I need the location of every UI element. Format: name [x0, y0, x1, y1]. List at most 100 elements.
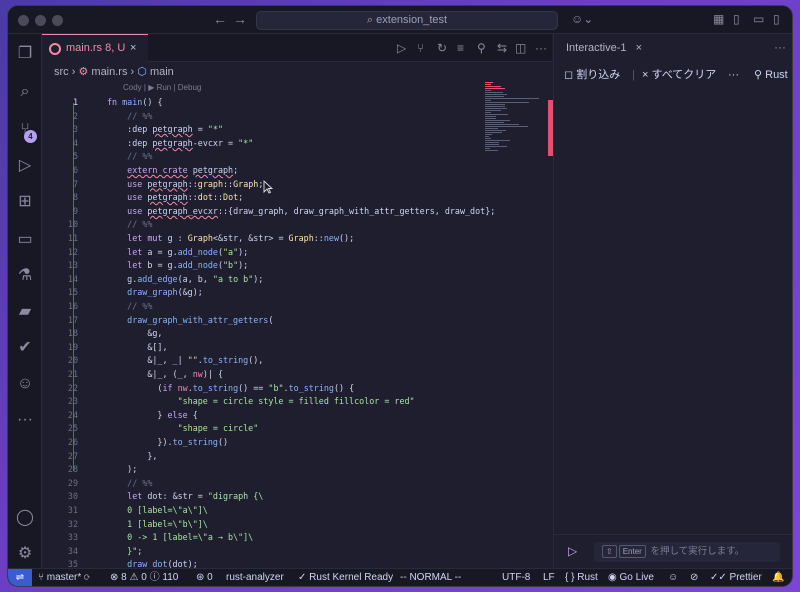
- problems-status[interactable]: ⊗ 8 ⚠ 0 ⓘ 110: [110, 569, 178, 586]
- toggle-secondary-sidebar-icon[interactable]: ▯: [773, 12, 780, 26]
- code-line[interactable]: 5 // %%: [42, 150, 552, 164]
- interrupt-button[interactable]: ◻ 割り込み: [564, 64, 620, 86]
- code-line[interactable]: 35 draw_dot(dot);: [42, 558, 552, 568]
- toggle-panel-icon[interactable]: ▭: [753, 12, 764, 26]
- more-options-button[interactable]: ···: [728, 64, 739, 86]
- code-line[interactable]: 7 use petgraph::graph::Graph;: [42, 178, 552, 192]
- code-line[interactable]: 25 "shape = circle": [42, 422, 552, 436]
- tab-interactive-1[interactable]: Interactive-1 ×: [554, 34, 664, 62]
- copilot-icon[interactable]: ☺⌄: [571, 12, 593, 26]
- docker-icon[interactable]: ▰: [15, 302, 35, 322]
- code-line[interactable]: 11 let mut g : Graph<&str, &str> = Graph…: [42, 232, 552, 246]
- language-server-status[interactable]: rust-analyzer: [226, 569, 284, 586]
- code-line[interactable]: 30 let dot: &str = "digraph {\: [42, 490, 552, 504]
- code-line[interactable]: 18 &g,: [42, 327, 552, 341]
- code-line[interactable]: 32 1 [label=\"b\"]\: [42, 518, 552, 532]
- code-line[interactable]: 12 let a = g.add_node("a");: [42, 246, 552, 260]
- extensions-icon[interactable]: ⊞: [15, 192, 35, 212]
- code-line[interactable]: 26 }).to_string(): [42, 436, 552, 450]
- copilot-icon[interactable]: ☺: [15, 374, 35, 394]
- execute-icon[interactable]: ▷: [568, 544, 577, 558]
- tab-main-rs[interactable]: main.rs 8, U ×: [42, 34, 148, 62]
- command-center-search[interactable]: ⌕ extension_test: [256, 11, 558, 30]
- code-line[interactable]: 9 use petgraph_evcxr::{draw_graph, draw_…: [42, 205, 552, 219]
- eol-status[interactable]: LF: [543, 569, 555, 586]
- code-line[interactable]: 24 } else {: [42, 409, 552, 423]
- kernel-picker[interactable]: ⚲ Rust: [754, 64, 788, 86]
- no-entry-icon[interactable]: ⊘: [690, 569, 698, 586]
- key-icon[interactable]: ⚲: [477, 41, 486, 55]
- testing-icon[interactable]: ⚗: [15, 266, 35, 286]
- code-line[interactable]: 23 "shape = circle style = filled fillco…: [42, 395, 552, 409]
- clear-all-button[interactable]: × すべてクリア: [642, 64, 716, 86]
- code-line[interactable]: 27 },: [42, 450, 552, 464]
- minimize-window-button[interactable]: [35, 15, 46, 26]
- search-icon[interactable]: ⌕: [15, 82, 35, 102]
- code-line[interactable]: 3 :dep petgraph = "*": [42, 123, 552, 137]
- codelens-actions[interactable]: Cody | ▶ Run | Debug: [123, 83, 201, 92]
- branch-status[interactable]: ⑂ master* ⟳: [38, 569, 90, 586]
- code-line[interactable]: 22 (if nw.to_string() == "b".to_string()…: [42, 382, 552, 396]
- code-line[interactable]: 4 :dep petgraph-evcxr = "*": [42, 137, 552, 151]
- language-status[interactable]: { } Rust: [565, 569, 598, 586]
- kernel-status[interactable]: ✓ Rust Kernel Ready: [298, 569, 393, 586]
- minimap-line: [485, 138, 492, 139]
- toggle-sidebar-icon[interactable]: ▯: [733, 12, 740, 26]
- copilot-status-icon[interactable]: ☺: [668, 569, 678, 586]
- more-actions-icon[interactable]: ···: [774, 40, 786, 54]
- check-icon[interactable]: ✔: [15, 338, 35, 358]
- code-line[interactable]: 1 fn main() {: [42, 96, 552, 110]
- breadcrumb-symbol[interactable]: main: [150, 66, 174, 78]
- go-live-button[interactable]: ◉ Go Live: [608, 569, 654, 586]
- close-tab-icon[interactable]: ×: [130, 35, 136, 61]
- minimap[interactable]: [483, 82, 549, 152]
- ports-status[interactable]: ⊛ 0: [196, 569, 213, 586]
- settings-icon[interactable]: ⚙: [15, 544, 35, 564]
- minimap-line: [485, 100, 492, 101]
- restart-icon[interactable]: ↻: [437, 41, 447, 55]
- notifications-icon[interactable]: 🔔: [772, 569, 784, 586]
- compare-icon[interactable]: ⇆: [497, 41, 507, 55]
- encoding-status[interactable]: UTF-8: [502, 569, 530, 586]
- code-line[interactable]: 13 let b = g.add_node("b");: [42, 259, 552, 273]
- explorer-icon[interactable]: ❐: [15, 44, 35, 64]
- code-line[interactable]: 33 0 -> 1 [label=\"a → b\"]\: [42, 531, 552, 545]
- code-line[interactable]: 21 &|_, (_, nw)| {: [42, 368, 552, 382]
- more-actions-icon[interactable]: ···: [535, 41, 547, 55]
- code-line[interactable]: 31 0 [label=\"a\"]\: [42, 504, 552, 518]
- remote-explorer-icon[interactable]: ▭: [15, 230, 35, 250]
- code-line[interactable]: 17 draw_graph_with_attr_getters(: [42, 314, 552, 328]
- code-line[interactable]: 19 &[],: [42, 341, 552, 355]
- close-tab-icon[interactable]: ×: [636, 42, 642, 54]
- line-content: :dep petgraph-evcxr = "*": [107, 137, 254, 148]
- code-line[interactable]: 2 // %%: [42, 110, 552, 124]
- code-editor[interactable]: 1 fn main() {2 // %% 3 :dep petgraph = "*"…: [42, 94, 552, 568]
- split-editor-icon[interactable]: ◫: [515, 41, 526, 55]
- code-line[interactable]: 10 // %%: [42, 218, 552, 232]
- close-window-button[interactable]: [18, 15, 29, 26]
- list-icon[interactable]: ≡: [457, 41, 464, 55]
- code-line[interactable]: 29 // %%: [42, 477, 552, 491]
- run-icon[interactable]: ▷: [397, 41, 406, 55]
- code-line[interactable]: 34 }";: [42, 545, 552, 559]
- code-line[interactable]: 6 extern crate petgraph;: [42, 164, 552, 178]
- prettier-status[interactable]: ✓✓ Prettier: [710, 569, 762, 586]
- debug-icon[interactable]: ⑂: [417, 41, 424, 55]
- account-icon[interactable]: ◯: [15, 508, 35, 528]
- forward-arrow-icon[interactable]: →: [233, 11, 247, 27]
- more-icon[interactable]: ···: [15, 410, 35, 430]
- interactive-input[interactable]: ⇧ Enter を押して実行します。: [594, 542, 780, 562]
- run-debug-icon[interactable]: ▷: [15, 156, 35, 176]
- code-line[interactable]: 16 // %%: [42, 300, 552, 314]
- code-line[interactable]: 15 draw_graph(&g);: [42, 286, 552, 300]
- maximize-window-button[interactable]: [52, 15, 63, 26]
- remote-icon[interactable]: ⇌: [8, 569, 32, 586]
- code-line[interactable]: 8 use petgraph::dot::Dot;: [42, 191, 552, 205]
- breadcrumb-file[interactable]: main.rs: [91, 66, 127, 78]
- code-line[interactable]: 28 );: [42, 463, 552, 477]
- layout-icon[interactable]: ▦: [713, 12, 724, 26]
- breadcrumb-folder[interactable]: src: [54, 66, 69, 78]
- back-arrow-icon[interactable]: ←: [213, 11, 227, 27]
- code-line[interactable]: 20 &|_, _| "".to_string(),: [42, 354, 552, 368]
- code-line[interactable]: 14 g.add_edge(a, b, "a to b");: [42, 273, 552, 287]
